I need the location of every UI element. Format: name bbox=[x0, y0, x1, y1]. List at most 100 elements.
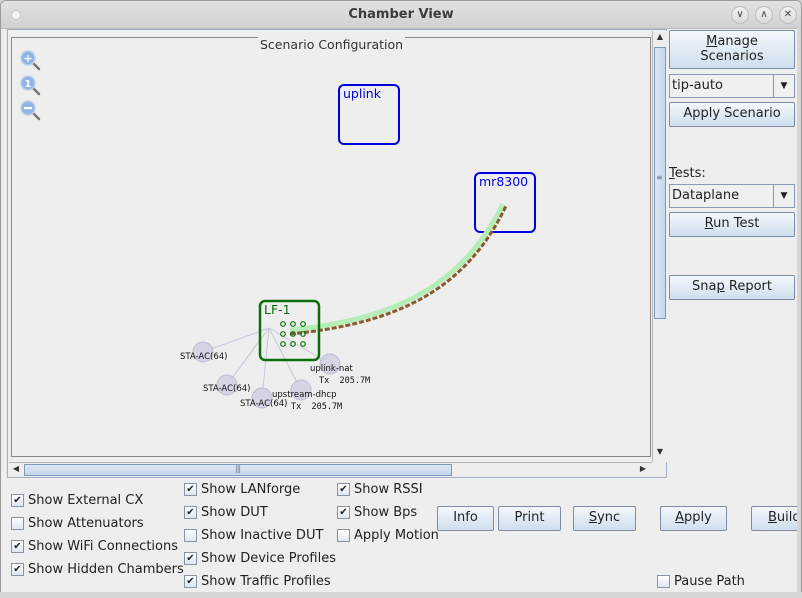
snap-report-button[interactable]: Snap Report bbox=[669, 275, 795, 300]
apply-scenario-button[interactable]: Apply Scenario bbox=[669, 102, 795, 127]
profile-label: STA-AC(64) bbox=[203, 384, 251, 394]
checkbox-label: Show WiFi Connections bbox=[28, 539, 178, 554]
profile-node-uplink-nat[interactable]: uplink-nat Tx 205.7M bbox=[310, 353, 370, 386]
show-device-profiles-checkbox[interactable]: ✔ Show Device Profiles bbox=[184, 551, 336, 566]
profile-tx-rate: Tx 205.7M bbox=[319, 376, 370, 386]
checkbox-unchecked-icon bbox=[657, 575, 670, 588]
close-button[interactable]: ✕ bbox=[779, 6, 797, 24]
sync-button[interactable]: Sync bbox=[573, 506, 636, 531]
profile-label: STA-AC(64) bbox=[180, 352, 228, 362]
pause-path-checkbox[interactable]: Pause Path bbox=[657, 574, 745, 589]
traffic-path-link[interactable] bbox=[289, 205, 508, 336]
maximize-button[interactable]: ∧ bbox=[755, 6, 773, 24]
checkbox-label: Show RSSI bbox=[354, 482, 423, 497]
checkbox-label: Show LANforge bbox=[201, 482, 301, 497]
zoom-out-icon[interactable] bbox=[20, 100, 41, 121]
chevron-down-icon: ∨ bbox=[736, 9, 744, 20]
tests-label: Tests: bbox=[669, 166, 706, 181]
checkbox-label: Pause Path bbox=[674, 574, 745, 589]
vertical-scrollbar[interactable]: ▲ ≡ ▼ bbox=[652, 31, 667, 462]
show-rssi-checkbox[interactable]: ✔ Show RSSI bbox=[337, 482, 423, 497]
build-button[interactable]: Build bbox=[751, 506, 801, 531]
window-title: Chamber View bbox=[348, 7, 454, 22]
manage-scenarios-line2: Scenarios bbox=[700, 48, 764, 64]
chevron-up-icon: ∧ bbox=[760, 9, 768, 20]
checkbox-label: Show Attenuators bbox=[28, 516, 144, 531]
title-bar: Chamber View ∨ ∧ ✕ bbox=[1, 1, 801, 29]
zoom-reset-icon[interactable]: 1 bbox=[20, 75, 41, 96]
profile-node-sta-2[interactable]: STA-AC(64) bbox=[203, 374, 251, 396]
checkbox-label: Show Traffic Profiles bbox=[201, 574, 331, 589]
close-icon: ✕ bbox=[783, 9, 793, 20]
info-button[interactable]: Info bbox=[437, 506, 494, 531]
scenario-canvas[interactable]: + 1 uplink mr8300 LF-1 STA-AC(64) STA-AC… bbox=[12, 38, 652, 458]
chamber-uplink-label: uplink bbox=[343, 86, 382, 101]
scenario-configuration-panel[interactable]: + 1 uplink mr8300 LF-1 STA-AC(64) STA-AC… bbox=[11, 37, 651, 457]
dropdown-arrow-icon[interactable]: ▼ bbox=[773, 75, 794, 97]
show-dut-checkbox[interactable]: ✔ Show DUT bbox=[184, 505, 268, 520]
vertical-scroll-thumb[interactable]: ≡ bbox=[654, 47, 666, 319]
checkbox-label: Show Inactive DUT bbox=[201, 528, 324, 543]
profile-tx-rate: Tx 205.7M bbox=[291, 402, 342, 412]
checkbox-checked-icon: ✔ bbox=[11, 494, 24, 507]
checkbox-checked-icon: ✔ bbox=[337, 506, 350, 519]
window-bottom-border bbox=[0, 592, 802, 598]
checkbox-label: Show Device Profiles bbox=[201, 551, 336, 566]
show-lanforge-checkbox[interactable]: ✔ Show LANforge bbox=[184, 482, 300, 497]
grip-icon: ≡ bbox=[656, 173, 663, 182]
checkbox-checked-icon: ✔ bbox=[11, 563, 24, 576]
chamber-uplink[interactable]: uplink bbox=[338, 84, 400, 145]
scroll-down-arrow-icon[interactable]: ▼ bbox=[653, 447, 667, 456]
window-right-border bbox=[797, 28, 801, 598]
show-inactive-dut-checkbox[interactable]: Show Inactive DUT bbox=[184, 528, 323, 543]
tests-select-value: Dataplane bbox=[672, 188, 740, 203]
chamber-mr8300[interactable]: mr8300 bbox=[474, 172, 536, 233]
tests-select[interactable]: Dataplane ▼ bbox=[669, 184, 795, 208]
show-wifi-connections-checkbox[interactable]: ✔ Show WiFi Connections bbox=[11, 539, 178, 554]
horizontal-scroll-thumb[interactable]: ||| bbox=[24, 464, 452, 476]
dropdown-arrow-icon[interactable]: ▼ bbox=[773, 185, 794, 207]
scenario-scroll-pane: + 1 uplink mr8300 LF-1 STA-AC(64) STA-AC… bbox=[7, 29, 667, 478]
checkbox-label: Show Hidden Chambers bbox=[28, 562, 184, 577]
minimize-button[interactable]: ∨ bbox=[731, 6, 749, 24]
horizontal-scrollbar[interactable]: ◀ ||| ▶ bbox=[9, 462, 652, 477]
apply-motion-checkbox[interactable]: Apply Motion bbox=[337, 528, 439, 543]
apply-button[interactable]: Apply bbox=[660, 506, 727, 531]
grip-icon: ||| bbox=[235, 464, 241, 473]
show-traffic-profiles-checkbox[interactable]: ✔ Show Traffic Profiles bbox=[184, 574, 331, 589]
checkbox-unchecked-icon bbox=[184, 529, 197, 542]
scenario-configuration-title: Scenario Configuration bbox=[258, 37, 406, 52]
scroll-left-arrow-icon[interactable]: ◀ bbox=[9, 464, 23, 473]
checkbox-checked-icon: ✔ bbox=[184, 552, 197, 565]
show-attenuators-checkbox[interactable]: Show Attenuators bbox=[11, 516, 144, 531]
print-button[interactable]: Print bbox=[498, 506, 561, 531]
profile-node-sta-1[interactable]: STA-AC(64) bbox=[180, 341, 228, 363]
checkbox-unchecked-icon bbox=[11, 517, 24, 530]
checkbox-checked-icon: ✔ bbox=[337, 483, 350, 496]
manage-scenarios-button[interactable]: Manage Scenarios bbox=[669, 30, 795, 69]
scroll-up-arrow-icon[interactable]: ▲ bbox=[653, 32, 667, 41]
manage-scenarios-line1: Manage bbox=[706, 34, 758, 49]
run-test-button[interactable]: Run Test bbox=[669, 212, 795, 237]
zoom-reset-glyph: 1 bbox=[25, 79, 32, 90]
profile-label: upstream-dhcp bbox=[272, 390, 337, 400]
checkbox-label: Show External CX bbox=[28, 493, 144, 508]
checkbox-checked-icon: ✔ bbox=[184, 575, 197, 588]
checkbox-label: Apply Motion bbox=[354, 528, 439, 543]
zoom-in-glyph: + bbox=[23, 52, 32, 65]
show-hidden-chambers-checkbox[interactable]: ✔ Show Hidden Chambers bbox=[11, 562, 184, 577]
checkbox-unchecked-icon bbox=[337, 529, 350, 542]
zoom-in-icon[interactable]: + bbox=[20, 50, 41, 71]
checkbox-label: Show DUT bbox=[201, 505, 268, 520]
show-bps-checkbox[interactable]: ✔ Show Bps bbox=[337, 505, 417, 520]
checkbox-label: Show Bps bbox=[354, 505, 418, 520]
checkbox-checked-icon: ✔ bbox=[184, 483, 197, 496]
scenario-select-value: tip-auto bbox=[672, 78, 723, 93]
profile-label: STA-AC(64) bbox=[240, 399, 288, 409]
chamber-lf-1-label: LF-1 bbox=[264, 302, 291, 317]
scroll-right-arrow-icon[interactable]: ▶ bbox=[636, 464, 650, 473]
scenario-select[interactable]: tip-auto ▼ bbox=[669, 74, 795, 98]
chamber-view-window: Chamber View ∨ ∧ ✕ + 1 uplink mr8300 LF-… bbox=[0, 0, 802, 598]
chamber-mr8300-label: mr8300 bbox=[479, 174, 528, 189]
show-external-cx-checkbox[interactable]: ✔ Show External CX bbox=[11, 493, 143, 508]
